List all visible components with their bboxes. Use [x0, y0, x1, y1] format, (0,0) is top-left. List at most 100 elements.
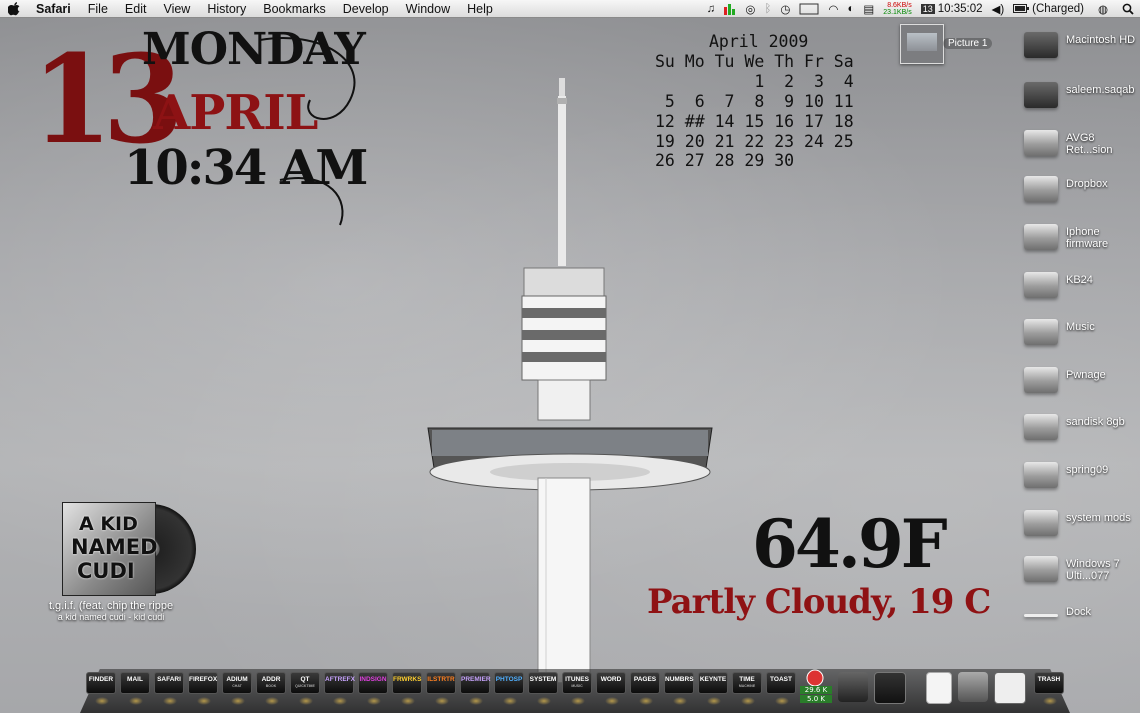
- dock-app-toast[interactable]: TOAST: [766, 672, 796, 705]
- desktop-icon[interactable]: Iphone firmware: [1022, 220, 1138, 260]
- menu-bar: Safari File Edit View History Bookmarks …: [0, 0, 1140, 18]
- desktop-icon[interactable]: system mods: [1022, 506, 1138, 546]
- spotlight-search-icon[interactable]: [1122, 3, 1134, 15]
- dock-app-list: FINDER MAIL SAFARI FIREFOX ADIUM CHAT ADDR BOOK…: [86, 672, 800, 705]
- dock-app-mail[interactable]: MAIL: [120, 672, 150, 705]
- bluetooth-icon[interactable]: ᛒ: [764, 3, 771, 15]
- apple-menu-icon[interactable]: [8, 1, 20, 16]
- menu-history[interactable]: History: [207, 2, 246, 16]
- drive-icon: [1024, 224, 1058, 250]
- dock-app-adium[interactable]: ADIUM CHAT: [222, 672, 252, 705]
- menu-develop[interactable]: Develop: [343, 2, 389, 16]
- dock-app-pages[interactable]: PAGES: [630, 672, 660, 705]
- picture-file-icon[interactable]: [900, 24, 944, 64]
- dock-app-label: SAFARI: [157, 676, 181, 683]
- dock-app-label: WORD: [600, 676, 622, 683]
- desktop-icon[interactable]: sandisk 8gb: [1022, 410, 1138, 450]
- desktop-icon[interactable]: KB24: [1022, 268, 1138, 308]
- time-machine-icon[interactable]: ◷: [780, 2, 790, 16]
- desktop-icon[interactable]: Dock: [1022, 600, 1138, 640]
- volume-icon[interactable]: ◀): [991, 2, 1004, 16]
- dock-app-safari[interactable]: SAFARI: [154, 672, 184, 705]
- desktop-icon[interactable]: AVG8 Ret...sion: [1022, 126, 1138, 166]
- menu-edit[interactable]: Edit: [125, 2, 147, 16]
- calendar-date-badge[interactable]: 13: [920, 3, 935, 14]
- menu-clock[interactable]: 10:35:02: [938, 3, 983, 15]
- dock-app-premier[interactable]: PREMIER: [460, 672, 491, 705]
- weather-condition: Partly Cloudy, 19 C: [647, 582, 991, 622]
- desktop-icon[interactable]: Music: [1022, 315, 1138, 355]
- desktop-icon[interactable]: Pwnage: [1022, 363, 1138, 403]
- picture-file-label[interactable]: Picture 1: [943, 38, 993, 49]
- dock-app-aftrefx[interactable]: AFTREFX: [324, 672, 355, 705]
- dock-app-itunes[interactable]: ITUNES MUSIC: [562, 672, 592, 705]
- network-speed[interactable]: 8.6KB/s 23.1KB/s: [883, 2, 911, 16]
- song-title: t.g.i.f. (feat. chip the rippe: [48, 600, 174, 612]
- dock-app-label: KEYNTE: [699, 676, 727, 683]
- dock-app-firefox[interactable]: FIREFOX: [188, 672, 218, 705]
- desktop-icon-label: Macintosh HD: [1066, 34, 1136, 46]
- battery-icon[interactable]: [1013, 4, 1030, 13]
- dock-app-finder[interactable]: FINDER: [86, 672, 116, 705]
- desktop-icon[interactable]: Dropbox: [1022, 172, 1138, 212]
- drive-stack-icon[interactable]: [958, 672, 988, 702]
- user-sync-icon[interactable]: ◍: [1098, 2, 1108, 16]
- dock-app-label: FIREFOX: [189, 676, 218, 683]
- net-meter-down: 5.0 K: [800, 695, 832, 703]
- window-stack-icon[interactable]: [994, 672, 1026, 704]
- contrast-icon[interactable]: ◐: [847, 3, 854, 15]
- dock-app-sublabel: CHAT: [232, 683, 242, 688]
- weather-temperature: 64.9F: [752, 505, 948, 583]
- display-icon[interactable]: [799, 3, 819, 15]
- wifi-icon[interactable]: ◠: [828, 2, 838, 16]
- cover-text: A KID: [79, 513, 138, 535]
- desktop-icon[interactable]: Windows 7 Ulti...077: [1022, 552, 1138, 592]
- desktop-icon[interactable]: saleem.saqab: [1022, 78, 1138, 118]
- exposé-icon[interactable]: [838, 672, 868, 702]
- network-meter[interactable]: 29.6 K 5.0 K: [800, 668, 832, 703]
- menu-window[interactable]: Window: [406, 2, 450, 16]
- desktop-icon[interactable]: Macintosh HD: [1022, 28, 1138, 68]
- gauge-icon[interactable]: ◎: [745, 2, 755, 16]
- desktop-icon-label: Dock: [1066, 606, 1092, 618]
- dock-app-label: ITUNES: [565, 676, 589, 683]
- menu-file[interactable]: File: [88, 2, 108, 16]
- dock-app-time[interactable]: TIME MACHINE: [732, 672, 762, 705]
- cpu-meter-icon[interactable]: ▤: [863, 2, 874, 16]
- dock-app-label: NUMBRS: [665, 676, 694, 683]
- dock-app-addr[interactable]: ADDR BOOK: [256, 672, 286, 705]
- itunes-note-icon[interactable]: ♫: [707, 3, 716, 15]
- dock-app-qt[interactable]: QT QUICKTIME: [290, 672, 320, 705]
- dock-app-label: PAGES: [633, 676, 657, 683]
- dock-app-label: INDSIGN: [359, 676, 387, 683]
- photo-booth-icon[interactable]: [874, 672, 906, 704]
- dock-app-keynte[interactable]: KEYNTE: [698, 672, 728, 705]
- dock-app-phtosp[interactable]: PHTOSP: [494, 672, 524, 705]
- dock-app-system[interactable]: SYSTEM: [528, 672, 558, 705]
- desktop-icon-label: system mods: [1066, 512, 1131, 524]
- menu-bookmarks[interactable]: Bookmarks: [263, 2, 326, 16]
- dock-app-label: FINDER: [88, 676, 114, 683]
- desktop-icon-label: Music: [1066, 321, 1095, 333]
- dock-app-frwrks[interactable]: FRWRKS: [392, 672, 422, 705]
- desktop-icon[interactable]: spring09: [1022, 458, 1138, 498]
- activity-meter-icon[interactable]: [724, 3, 736, 15]
- dock-app-numbrs[interactable]: NUMBRS: [664, 672, 694, 705]
- menu-app-name[interactable]: Safari: [36, 2, 71, 16]
- album-art[interactable]: A KID NAMED CUDI: [62, 502, 196, 596]
- battery-status[interactable]: (Charged): [1032, 3, 1084, 15]
- document-icon[interactable]: [926, 672, 952, 704]
- dock-app-ilstrtr[interactable]: ILSTRTR: [426, 672, 456, 705]
- dock-trash[interactable]: TRASH: [1034, 672, 1064, 705]
- drive-icon: [1024, 82, 1058, 108]
- menu-view[interactable]: View: [163, 2, 190, 16]
- drive-icon: [1024, 319, 1058, 345]
- dock-app-word[interactable]: WORD: [596, 672, 626, 705]
- net-download: 23.1KB/s: [883, 8, 912, 16]
- drive-icon: [1024, 367, 1058, 393]
- dock-app-indsign[interactable]: INDSIGN: [358, 672, 388, 705]
- menu-help[interactable]: Help: [467, 2, 493, 16]
- desktop-icon-label: Dropbox: [1066, 178, 1108, 190]
- dock-file-icon: [1024, 614, 1058, 617]
- desktop-icon-label: Windows 7 Ulti...077: [1066, 558, 1120, 582]
